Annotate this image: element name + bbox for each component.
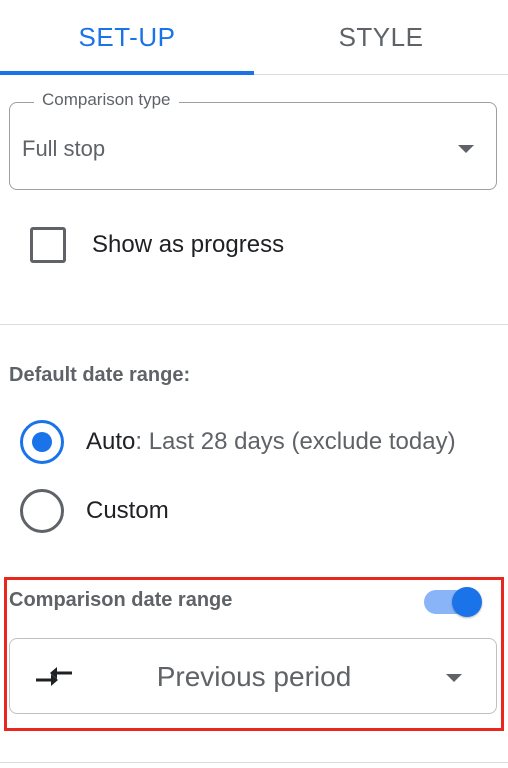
auto-label: Auto bbox=[86, 428, 136, 455]
comparison-type-select[interactable]: Comparison type Full stop bbox=[9, 90, 497, 190]
date-range-option-custom[interactable]: Custom bbox=[20, 488, 169, 534]
default-date-range-title: Default date range: bbox=[9, 364, 191, 386]
show-as-progress-label: Show as progress bbox=[92, 231, 285, 258]
tab-style-label: STYLE bbox=[338, 21, 424, 52]
auto-radio[interactable] bbox=[20, 420, 64, 464]
tab-style[interactable]: STYLE bbox=[254, 0, 508, 74]
active-tab-indicator bbox=[0, 71, 254, 75]
chart-setup-panel: SET-UP STYLE Comparison type Full stop S… bbox=[0, 0, 508, 768]
section-divider bbox=[0, 324, 508, 325]
auto-range-description: : Last 28 days (exclude today) bbox=[135, 428, 456, 455]
comparison-date-range-title: Comparison date range bbox=[9, 589, 233, 611]
comparison-date-range-toggle[interactable] bbox=[424, 587, 484, 617]
tab-setup[interactable]: SET-UP bbox=[0, 0, 254, 74]
section-divider bbox=[0, 762, 508, 763]
toggle-thumb bbox=[452, 587, 482, 617]
comparison-type-value: Full stop bbox=[22, 136, 106, 161]
caret-down-icon bbox=[458, 145, 474, 153]
comparison-type-label: Comparison type bbox=[34, 90, 179, 110]
tab-setup-label: SET-UP bbox=[78, 21, 176, 52]
show-as-progress-option[interactable]: Show as progress bbox=[30, 224, 284, 266]
show-as-progress-checkbox[interactable] bbox=[30, 227, 66, 263]
custom-radio[interactable] bbox=[20, 489, 64, 533]
caret-down-icon bbox=[446, 674, 462, 682]
comparison-period-value: Previous period bbox=[156, 661, 352, 692]
comparison-period-select[interactable]: Previous period bbox=[9, 638, 497, 714]
date-range-option-auto[interactable]: Auto : Last 28 days (exclude today) bbox=[20, 419, 456, 465]
tab-bar: SET-UP STYLE bbox=[0, 0, 508, 75]
custom-label: Custom bbox=[86, 497, 169, 524]
